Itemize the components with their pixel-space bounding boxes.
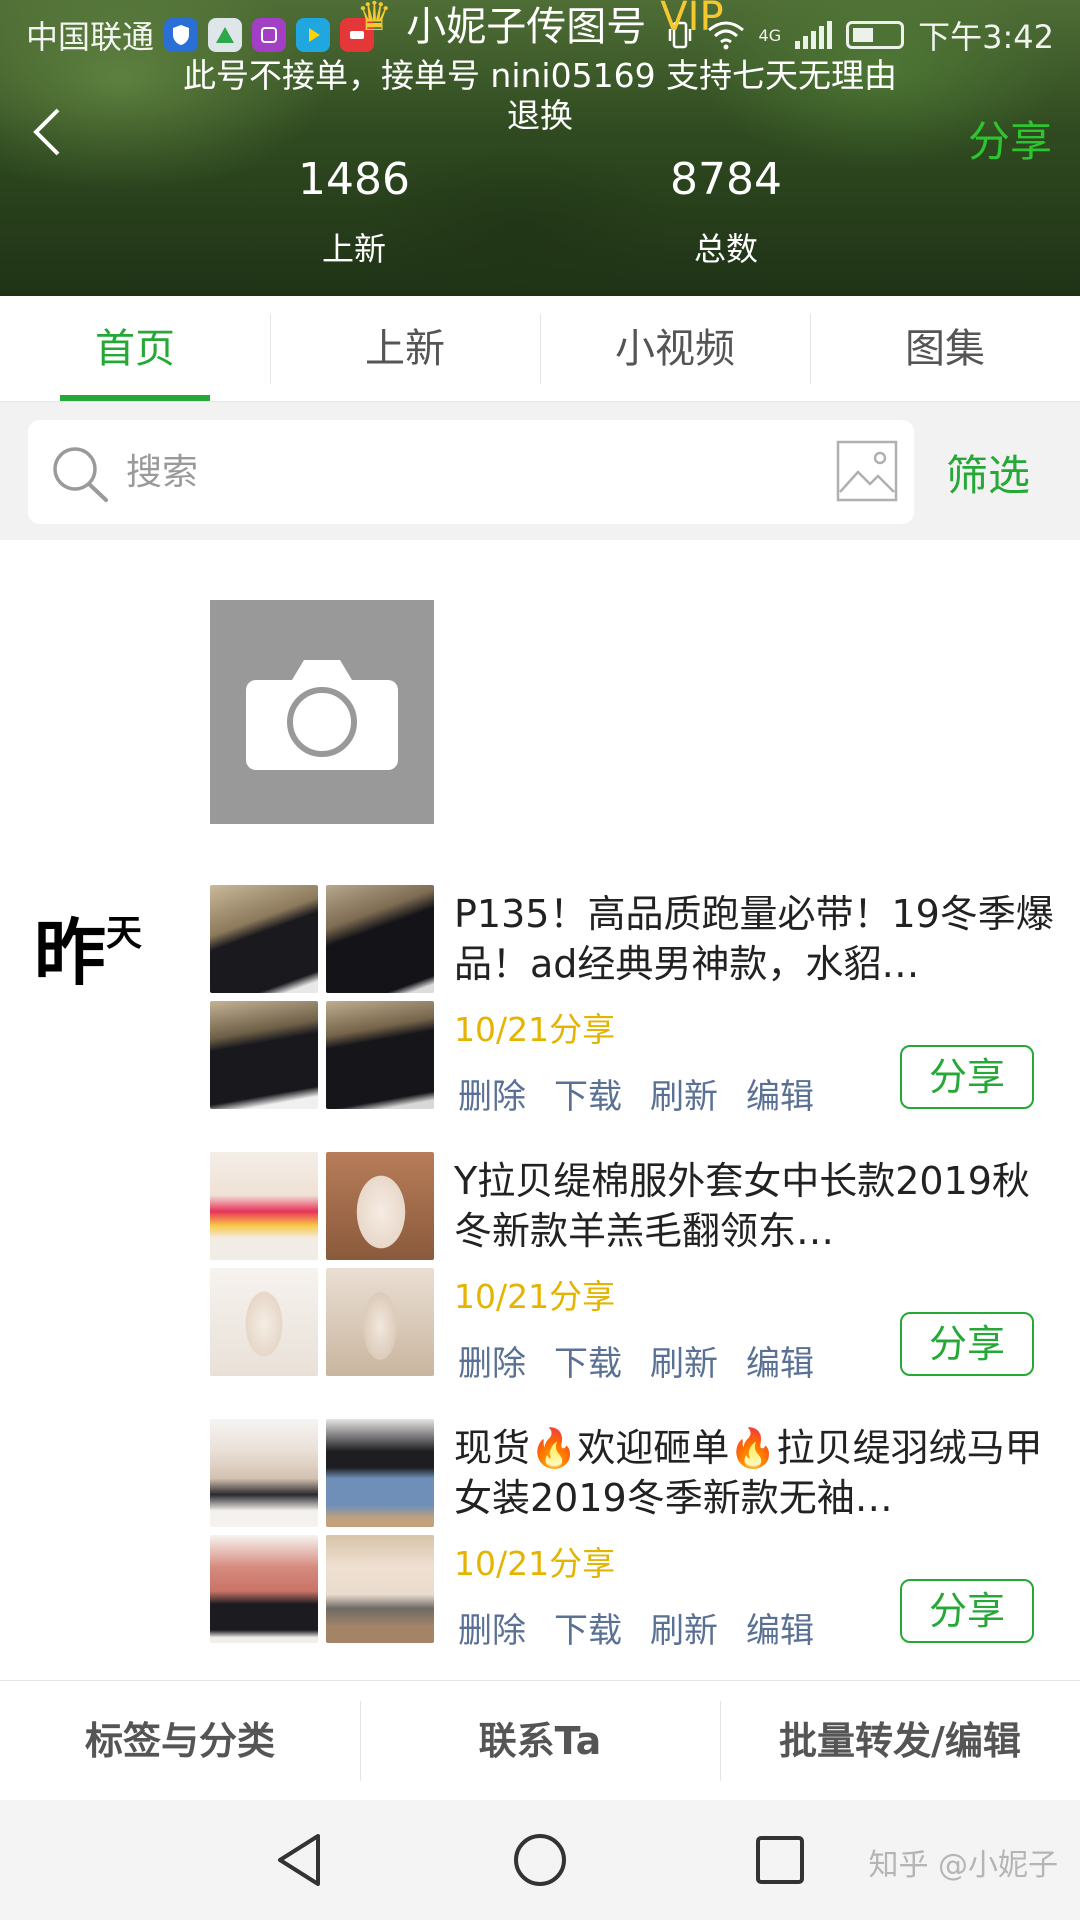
refresh-button[interactable]: 刷新 [650,1336,718,1385]
stat-new-label: 上新 [321,230,386,268]
post-thumbnail[interactable] [210,885,318,993]
post-actions: 删除 下载 刷新 编辑 [458,1336,814,1385]
post-date: 10/21分享 [454,1277,616,1316]
post-share-button[interactable]: 分享 [900,1579,1034,1643]
post-item[interactable]: Y拉贝缇棉服外套女中长款2019秋冬新款羊羔毛翻领东… 10/21分享 删除 下… [210,1152,1060,1385]
search-icon [53,447,108,502]
back-arrow-icon[interactable] [26,104,66,160]
post-thumbnail[interactable] [210,1268,318,1376]
delete-button[interactable]: 删除 [458,1336,526,1385]
search-box[interactable] [28,420,914,524]
refresh-button[interactable]: 刷新 [650,1069,718,1118]
stat-total-value: 8784 [670,154,782,205]
filter-button[interactable]: 筛选 [946,442,1030,503]
camera-icon [246,660,398,770]
download-button[interactable]: 下载 [554,1336,622,1385]
header-share-button[interactable]: 分享 [968,108,1052,169]
tab-albums[interactable]: 图集 [810,296,1080,401]
bottom-action-bar: 标签与分类 联系Ta 批量转发/编辑 [0,1680,1080,1800]
refresh-button[interactable]: 刷新 [650,1603,718,1652]
tags-and-categories-button[interactable]: 标签与分类 [0,1681,360,1800]
post-thumbnail[interactable] [210,1152,318,1260]
delete-button[interactable]: 删除 [458,1069,526,1118]
post-thumbnail[interactable] [210,1001,318,1109]
stat-new[interactable]: 1486 上新 [254,152,454,270]
post-thumbnail[interactable] [326,1535,434,1643]
search-area: 筛选 [0,402,1080,540]
post-item[interactable]: 现货🔥欢迎砸单🔥拉贝缇羽绒马甲女装2019冬季新款无袖… 10/21分享 删除 … [210,1419,1060,1652]
edit-button[interactable]: 编辑 [746,1603,814,1652]
tab-bar: 首页 上新 小视频 图集 [0,296,1080,402]
stat-total[interactable]: 8784 总数 [626,152,826,270]
tab-new[interactable]: 上新 [270,296,540,401]
post-title[interactable]: P135！高品质跑量必带！19冬季爆品！ad经典男神款，水貂… [454,889,1054,989]
nav-back-icon[interactable] [270,1830,330,1890]
post-share-button[interactable]: 分享 [900,1312,1034,1376]
nav-recents-icon[interactable] [750,1830,810,1890]
download-button[interactable]: 下载 [554,1603,622,1652]
shop-name: 小妮子传图号 [406,4,647,50]
post-thumbnail[interactable] [210,1419,318,1527]
system-nav-bar: 知乎 @小妮子 [0,1800,1080,1920]
date-label-sub: 天 [106,913,143,954]
tab-short-video[interactable]: 小视频 [540,296,810,401]
post-thumbnail[interactable] [326,1001,434,1109]
post-thumbnail[interactable] [210,1535,318,1643]
post-title[interactable]: 现货🔥欢迎砸单🔥拉贝缇羽绒马甲女装2019冬季新款无袖… [454,1423,1054,1523]
stat-total-label: 总数 [693,230,758,268]
date-label-main: 昨 [34,911,107,995]
shop-title: ♛ 小妮子传图号 VIP [0,0,1080,52]
edit-button[interactable]: 编辑 [746,1069,814,1118]
post-share-button[interactable]: 分享 [900,1045,1034,1109]
post-thumbnail[interactable] [326,885,434,993]
contact-button[interactable]: 联系Ta [360,1681,720,1800]
post-thumbnail-grid[interactable] [210,885,434,1109]
post-title[interactable]: Y拉贝缇棉服外套女中长款2019秋冬新款羊羔毛翻领东… [454,1156,1054,1256]
search-input[interactable] [126,444,826,500]
shop-header: 中国联通 4G 下午3:42 ♛ 小妮子传图号 VIP 此号不接单，接单号 ni… [0,0,1080,296]
upload-photo-button[interactable] [210,600,434,824]
post-date: 10/21分享 [454,1544,616,1583]
edit-button[interactable]: 编辑 [746,1336,814,1385]
nav-home-icon[interactable] [510,1830,570,1890]
post-thumbnail-grid[interactable] [210,1152,434,1376]
post-actions: 删除 下载 刷新 编辑 [458,1603,814,1652]
stat-new-value: 1486 [298,154,410,205]
download-button[interactable]: 下载 [554,1069,622,1118]
post-item[interactable]: P135！高品质跑量必带！19冬季爆品！ad经典男神款，水貂… 10/21分享 … [210,885,1060,1118]
shop-notice: 此号不接单，接单号 nini05169 支持七天无理由退换 [182,56,898,135]
tab-home[interactable]: 首页 [0,296,270,401]
vip-badge: VIP [660,0,724,40]
post-thumbnail-grid[interactable] [210,1419,434,1643]
watermark: 知乎 @小妮子 [868,1848,1058,1883]
crown-icon: ♛ [356,0,393,40]
post-thumbnail[interactable] [326,1152,434,1260]
post-date: 10/21分享 [454,1010,616,1049]
post-thumbnail[interactable] [326,1268,434,1376]
image-search-icon[interactable] [836,440,898,502]
post-actions: 删除 下载 刷新 编辑 [458,1069,814,1118]
batch-forward-edit-button[interactable]: 批量转发/编辑 [720,1681,1080,1800]
date-group-label: 昨天 [34,894,142,999]
delete-button[interactable]: 删除 [458,1603,526,1652]
post-thumbnail[interactable] [326,1419,434,1527]
